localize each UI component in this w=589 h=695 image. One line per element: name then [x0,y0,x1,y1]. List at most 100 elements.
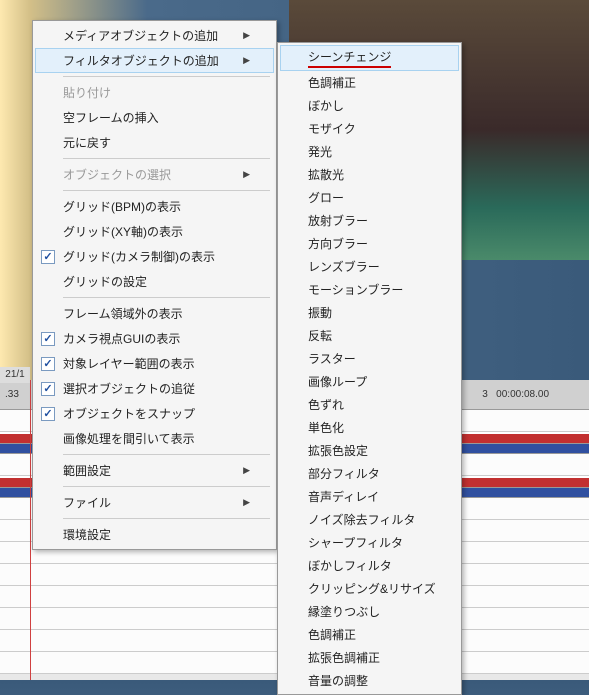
menu-item-label: 空フレームの挿入 [63,109,159,126]
submenu-item-label: クリッピング&リサイズ [308,580,436,597]
menu-separator [63,190,270,191]
menu-item[interactable]: ✓ グリッド(カメラ制御)の表示 [35,244,274,269]
submenu-item-label: 拡張色調補正 [308,649,380,666]
menu-item[interactable]: 空フレームの挿入 [35,105,274,130]
menu-item[interactable]: ✓ 選択オブジェクトの追従 [35,376,274,401]
menu-item[interactable]: フレーム領域外の表示 [35,301,274,326]
submenu-item[interactable]: 拡散光 [280,163,459,186]
menu-item-label: メディアオブジェクトの追加 [63,27,218,44]
menu-item-label: オブジェクトの選択 [63,166,171,183]
submenu-item[interactable]: 縁塗りつぶし [280,600,459,623]
submenu-item-label: ラスター [308,350,356,367]
submenu-item[interactable]: モーションブラー [280,278,459,301]
menu-item[interactable]: メディアオブジェクトの追加▶ [35,23,274,48]
submenu-item[interactable]: 拡張色調補正 [280,646,459,669]
menu-item[interactable]: 範囲設定 ▶ [35,458,274,483]
submenu-item[interactable]: 音量の調整 [280,669,459,692]
submenu-item-label: レンズブラー [308,258,380,275]
check-mark-icon: ✓ [43,332,52,345]
menu-item[interactable]: 環境設定 [35,522,274,547]
menu-item[interactable]: ✓対象レイヤー範囲の表示 [35,351,274,376]
menu-item-label: カメラ視点GUIの表示 [63,330,180,347]
submenu-item-label: 画像ループ [308,373,367,390]
submenu-item-label: 色ずれ [308,396,344,413]
submenu-item[interactable]: ラスター [280,347,459,370]
timecode-left: .33 [5,389,19,400]
submenu-item[interactable]: 色調補正 [280,71,459,94]
submenu-item-label: ぼかしフィルタ [308,557,392,574]
menu-item[interactable]: グリッドの設定 [35,269,274,294]
submenu-item[interactable]: シーンチェンジ [280,45,459,71]
menu-item-label: 元に戻す [63,134,111,151]
menu-item[interactable]: ファイル ▶ [35,490,274,515]
submenu-item[interactable]: 振動 [280,301,459,324]
check-mark-icon: ✓ [43,407,52,420]
menu-item-label: グリッド(BPM)の表示 [63,198,181,215]
submenu-item[interactable]: レンズブラー [280,255,459,278]
submenu-item[interactable]: 発光 [280,140,459,163]
submenu-item-label: 単色化 [308,419,344,436]
submenu-item-label: 拡張色設定 [308,442,368,459]
menu-item-label: 画像処理を間引いて表示 [63,430,195,447]
submenu-item-label: モーションブラー [308,281,403,298]
submenu-item-label: 方向ブラー [308,235,368,252]
submenu-item[interactable]: 色ずれ [280,393,459,416]
submenu-item[interactable]: モザイク [280,117,459,140]
menu-item[interactable]: 元に戻す [35,130,274,155]
check-mark-icon: ✓ [43,382,52,395]
menu-separator [63,158,270,159]
submenu-item[interactable]: 画像ループ [280,370,459,393]
menu-item-label: グリッドの設定 [63,273,147,290]
submenu-item-label: 放射ブラー [308,212,368,229]
menu-item-label: グリッド(XY軸)の表示 [63,223,183,240]
playhead[interactable] [30,380,31,680]
menu-item: オブジェクトの選択▶ [35,162,274,187]
submenu-item-label: ノイズ除去フィルタ [308,511,415,528]
menu-item-label: 範囲設定 [63,462,111,479]
submenu-item-label: 色調補正 [308,626,356,643]
checkbox-icon: ✓ [41,332,55,346]
submenu-arrow-icon: ▶ [243,497,250,508]
submenu-item-label: ぼかし [308,97,344,114]
submenu-item[interactable]: ノイズ除去フィルタ [280,508,459,531]
menu-separator [63,454,270,455]
menu-item-label: 選択オブジェクトの追従 [63,380,195,397]
submenu-item[interactable]: グロー [280,186,459,209]
submenu-item-label: 音量の調整 [308,672,368,689]
menu-item-label: フレーム領域外の表示 [63,305,183,322]
menu-item[interactable]: ✓ カメラ視点GUIの表示 [35,326,274,351]
check-mark-icon: ✓ [43,357,52,370]
submenu-item[interactable]: クリッピング&リサイズ [280,577,459,600]
submenu-item-label: 音声ディレイ [308,488,379,505]
menu-item-label: フィルタオブジェクトの追加 [63,52,219,69]
menu-item[interactable]: フィルタオブジェクトの追加 ▶ [35,48,274,73]
submenu-item[interactable]: 放射ブラー [280,209,459,232]
submenu-item[interactable]: 色調補正 [280,623,459,646]
submenu-item[interactable]: 拡張色設定 [280,439,459,462]
menu-separator [63,76,270,77]
checkbox-icon: ✓ [41,407,55,421]
menu-item-label: グリッド(カメラ制御)の表示 [63,248,215,265]
submenu-item[interactable]: 反転 [280,324,459,347]
submenu-arrow-icon: ▶ [243,55,250,66]
checkbox-icon: ✓ [41,382,55,396]
submenu-item[interactable]: 部分フィルタ [280,462,459,485]
submenu-arrow-icon: ▶ [243,465,250,476]
submenu-item[interactable]: ぼかしフィルタ [280,554,459,577]
submenu-item-label: 拡散光 [308,166,344,183]
submenu-item[interactable]: 方向ブラー [280,232,459,255]
menu-item[interactable]: グリッド(BPM)の表示 [35,194,274,219]
menu-item[interactable]: 画像処理を間引いて表示 [35,426,274,451]
menu-item[interactable]: ✓オブジェクトをスナップ [35,401,274,426]
menu-item-label: ファイル [63,494,111,511]
menu-item-label: 環境設定 [63,526,111,543]
menu-item[interactable]: グリッド(XY軸)の表示 [35,219,274,244]
submenu-item[interactable]: シャープフィルタ [280,531,459,554]
submenu-item[interactable]: 単色化 [280,416,459,439]
submenu-item[interactable]: 音声ディレイ [280,485,459,508]
submenu-item[interactable]: ぼかし [280,94,459,117]
check-mark-icon: ✓ [43,250,52,263]
menu-separator [63,297,270,298]
timecode-right: 3 00:00:08.00 [482,389,549,400]
timeline-label-cell: 21/1 [0,367,30,383]
